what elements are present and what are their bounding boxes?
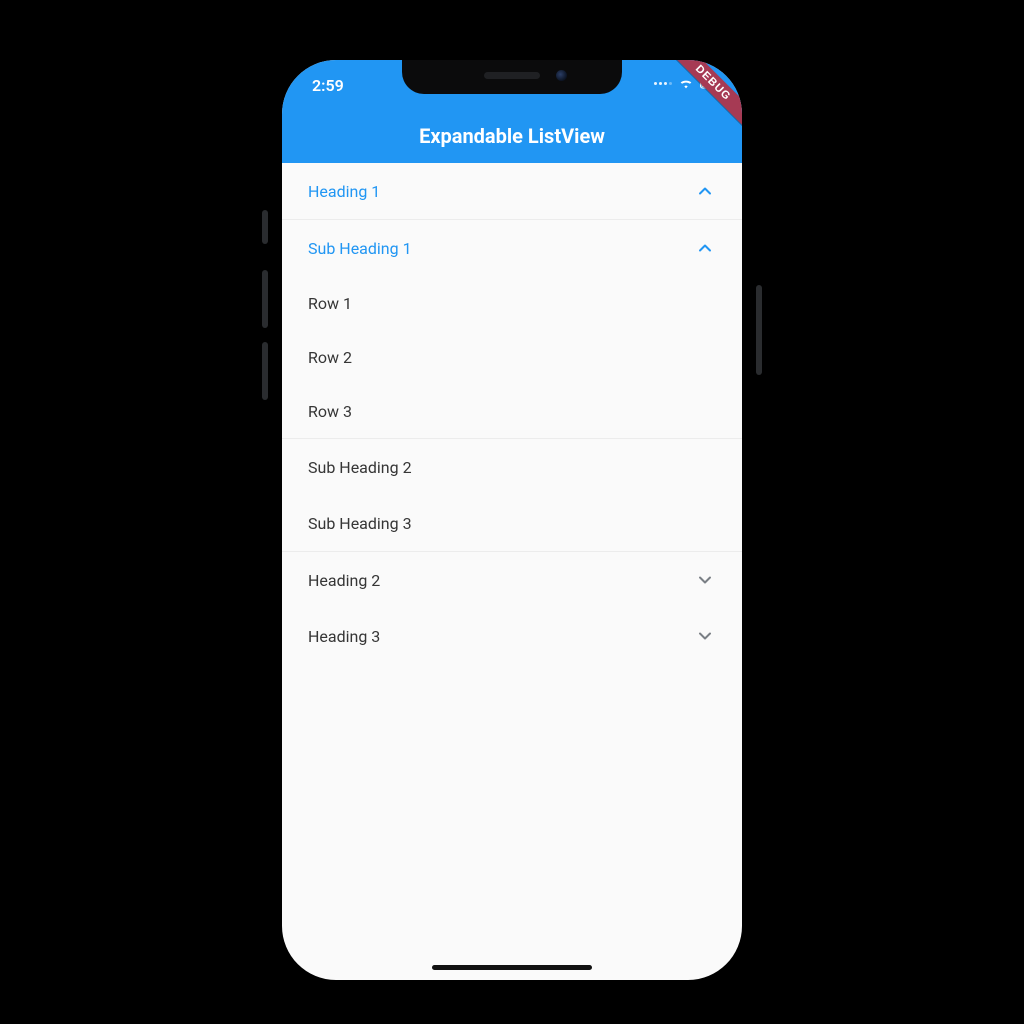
sub-heading-2-tile[interactable]: Sub Heading 2 [282, 439, 742, 495]
sub-heading-3-label: Sub Heading 3 [308, 514, 412, 533]
heading-3-label: Heading 3 [308, 627, 380, 646]
side-button-volume-down [262, 342, 268, 400]
notch [402, 60, 622, 94]
front-camera [556, 70, 567, 81]
side-button-volume-up [262, 270, 268, 328]
heading-1-tile[interactable]: Heading 1 [282, 163, 742, 219]
phone-frame: DEBUG 2:59 [282, 60, 742, 980]
sub-heading-1-label: Sub Heading 1 [308, 239, 412, 258]
sub-heading-3-tile[interactable]: Sub Heading 3 [282, 495, 742, 551]
chevron-up-icon [694, 180, 716, 202]
row-1[interactable]: Row 1 [282, 276, 742, 330]
cellular-icon [654, 82, 672, 85]
screen: DEBUG 2:59 [282, 60, 742, 980]
chevron-down-icon [694, 625, 716, 647]
heading-2-label: Heading 2 [308, 571, 380, 590]
heading-3-tile[interactable]: Heading 3 [282, 608, 742, 664]
app-bar: Expandable ListView [282, 108, 742, 163]
row-2[interactable]: Row 2 [282, 330, 742, 384]
stage: DEBUG 2:59 [0, 0, 1024, 1024]
sub-heading-1-tile[interactable]: Sub Heading 1 [282, 220, 742, 276]
chevron-up-icon [694, 237, 716, 259]
speaker-grille [484, 72, 540, 79]
chevron-down-icon [694, 569, 716, 591]
expandable-list[interactable]: Heading 1 Sub Heading 1 Row 1 [282, 163, 742, 664]
app-title: Expandable ListView [419, 124, 605, 148]
sub-heading-2-label: Sub Heading 2 [308, 458, 412, 477]
row-3-label: Row 3 [308, 402, 352, 421]
status-time: 2:59 [312, 76, 344, 95]
row-3[interactable]: Row 3 [282, 384, 742, 438]
heading-2-tile[interactable]: Heading 2 [282, 552, 742, 608]
home-indicator[interactable] [432, 965, 592, 970]
side-button-mute [262, 210, 268, 244]
side-button-power [756, 285, 762, 375]
row-1-label: Row 1 [308, 294, 352, 313]
heading-1-label: Heading 1 [308, 182, 380, 201]
wifi-icon [678, 77, 694, 89]
row-2-label: Row 2 [308, 348, 352, 367]
